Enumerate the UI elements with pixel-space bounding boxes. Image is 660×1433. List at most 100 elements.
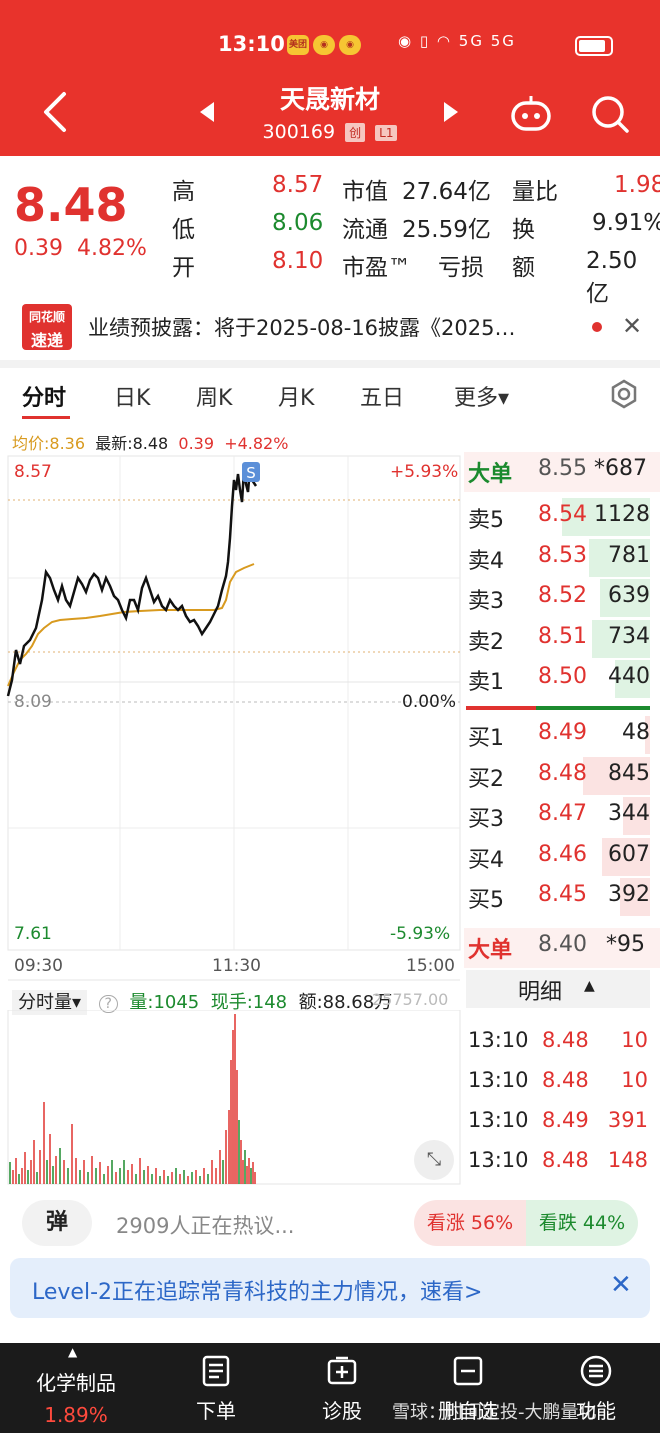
level2-banner[interactable]: Level-2正在追踪常青科技的主力情况，速看> ✕	[10, 1258, 650, 1318]
bid-price: 8.48	[538, 760, 587, 786]
caret-up-icon: ▲	[68, 1345, 78, 1359]
open-label: 开	[172, 255, 195, 281]
news-text: 业绩预披露：将于2025-08-16披露《2025…	[88, 316, 516, 340]
bearish-vote-button[interactable]: 看跌 44%	[526, 1200, 638, 1246]
big-sell-price: 8.55	[538, 456, 587, 481]
pct-axis-bottom: -5.93%	[390, 924, 451, 944]
book-divider-red	[466, 706, 536, 710]
tick-price: 8.49	[542, 1108, 589, 1132]
news-logo-top: 同花顺	[28, 310, 65, 324]
detail-label: 明细	[518, 980, 563, 1005]
wifi-icon: ◠	[436, 32, 453, 50]
volratio-label: 量比	[512, 179, 558, 205]
bid-volume: 392	[608, 882, 650, 908]
bid-level-label: 买3	[468, 807, 504, 833]
detail-header[interactable]: 明细 ▲	[466, 970, 650, 1008]
tab-five-day[interactable]: 五日	[360, 380, 404, 412]
close-icon[interactable]: ✕	[622, 312, 642, 340]
stock-code: 300169	[262, 121, 336, 143]
low-label: 低	[172, 217, 195, 243]
turnover-value: 9.91%	[592, 210, 660, 236]
pe-value: 亏损	[438, 255, 484, 281]
volume-chart	[7, 1010, 461, 1185]
weibo-notification-icon-2: ◉	[339, 35, 361, 55]
volume-max: 25757.00	[372, 990, 449, 1009]
fullscreen-icon[interactable]: ⤡	[414, 1140, 454, 1180]
ask-volume: 734	[608, 623, 650, 649]
bid-volume: 845	[608, 760, 650, 786]
news-banner[interactable]: 同花顺 速递 业绩预披露：将于2025-08-16披露《2025…	[0, 296, 660, 358]
nav-diagnose-label: 诊股	[322, 1399, 362, 1423]
tick-time: 13:10	[468, 1148, 529, 1172]
float-label: 流通	[342, 217, 388, 243]
tab-daily-k[interactable]: 日K	[114, 380, 150, 412]
ask-level-label: 卖3	[468, 589, 504, 615]
next-stock-button[interactable]	[444, 102, 458, 122]
sell-marker: S	[246, 464, 256, 482]
pct-axis-top: +5.93%	[390, 462, 459, 482]
danmu-button[interactable]: 弹	[22, 1200, 92, 1246]
tick-time: 13:10	[468, 1108, 529, 1132]
ask-price: 8.51	[538, 623, 587, 649]
tab-more[interactable]: 更多▾	[454, 380, 509, 412]
weibo-notification-icon: ◉	[313, 35, 335, 55]
ask-level-label: 卖1	[468, 670, 504, 696]
search-icon[interactable]	[590, 94, 630, 134]
discussion-count[interactable]: 2909人正在热议...	[116, 1210, 294, 1240]
low-value: 8.06	[272, 210, 324, 236]
vibrate-icon: ▯	[419, 32, 431, 50]
remove-watchlist-icon	[453, 1356, 483, 1386]
book-divider-green	[536, 706, 650, 710]
tab-monthly-k[interactable]: 月K	[278, 380, 314, 412]
board-tag: 创	[345, 123, 366, 142]
ai-assistant-icon[interactable]	[510, 94, 552, 132]
nav-diagnose[interactable]: 诊股	[276, 1343, 408, 1433]
tick-price: 8.48	[542, 1148, 589, 1172]
big-sell-vol: *687	[594, 456, 647, 481]
close-icon[interactable]: ✕	[610, 1270, 632, 1300]
tick-time: 13:10	[468, 1028, 529, 1052]
menu-icon	[580, 1355, 612, 1387]
bid-volume: 607	[608, 841, 650, 867]
y-axis-mid: 8.09	[14, 692, 52, 712]
tick-time: 13:10	[468, 1068, 529, 1092]
mktcap-label: 市值	[342, 179, 388, 205]
tab-weekly-k[interactable]: 周K	[196, 380, 232, 412]
ask-price: 8.53	[538, 542, 587, 568]
intraday-chart[interactable]: S	[0, 450, 462, 990]
bid-level-label: 买5	[468, 888, 504, 914]
settings-gear-icon[interactable]	[608, 378, 640, 410]
status-icons: ◉ ▯ ◠ 5G 5G	[398, 32, 516, 50]
volratio-value: 1.98	[614, 172, 660, 198]
amount-label: 额	[512, 255, 535, 281]
ask-volume: 781	[608, 542, 650, 568]
price-change: 0.39 4.82%	[14, 236, 147, 261]
level2-text: Level-2正在追踪常青科技的主力情况，速看>	[32, 1280, 483, 1305]
eye-icon: ◉	[398, 32, 414, 50]
x-axis-mid: 11:30	[212, 956, 261, 976]
active-tab-indicator	[22, 416, 70, 419]
bid-price: 8.49	[538, 720, 587, 745]
ask-level-label: 卖4	[468, 548, 504, 574]
meituan-notification-icon: 美团	[287, 35, 309, 55]
change-percent: 4.82%	[76, 236, 147, 261]
pct-axis-mid: 0.00%	[402, 692, 457, 712]
status-time: 13:10	[218, 32, 285, 56]
nav-order[interactable]: 下单	[150, 1343, 282, 1433]
bullish-vote-button[interactable]: 看涨 56%	[414, 1200, 526, 1246]
y-axis-bottom: 7.61	[14, 924, 52, 944]
turnover-label: 换	[512, 217, 535, 243]
tick-volume: 391	[607, 1108, 648, 1132]
big-sell-label: 大单	[468, 462, 513, 487]
last-price: 8.48	[14, 178, 128, 232]
news-logo-bottom: 速递	[30, 331, 63, 350]
bid-level-label: 买4	[468, 847, 504, 873]
bid-level-label: 买1	[468, 726, 504, 751]
big-buy-price: 8.40	[538, 932, 587, 957]
tick-volume: 10	[621, 1068, 648, 1092]
tab-intraday[interactable]: 分时	[22, 380, 66, 412]
unread-dot	[592, 322, 602, 332]
tick-price: 8.48	[542, 1068, 589, 1092]
nav-sector[interactable]: ▲ 化学制品 1.89%	[10, 1343, 142, 1433]
x-axis-end: 15:00	[406, 956, 455, 976]
